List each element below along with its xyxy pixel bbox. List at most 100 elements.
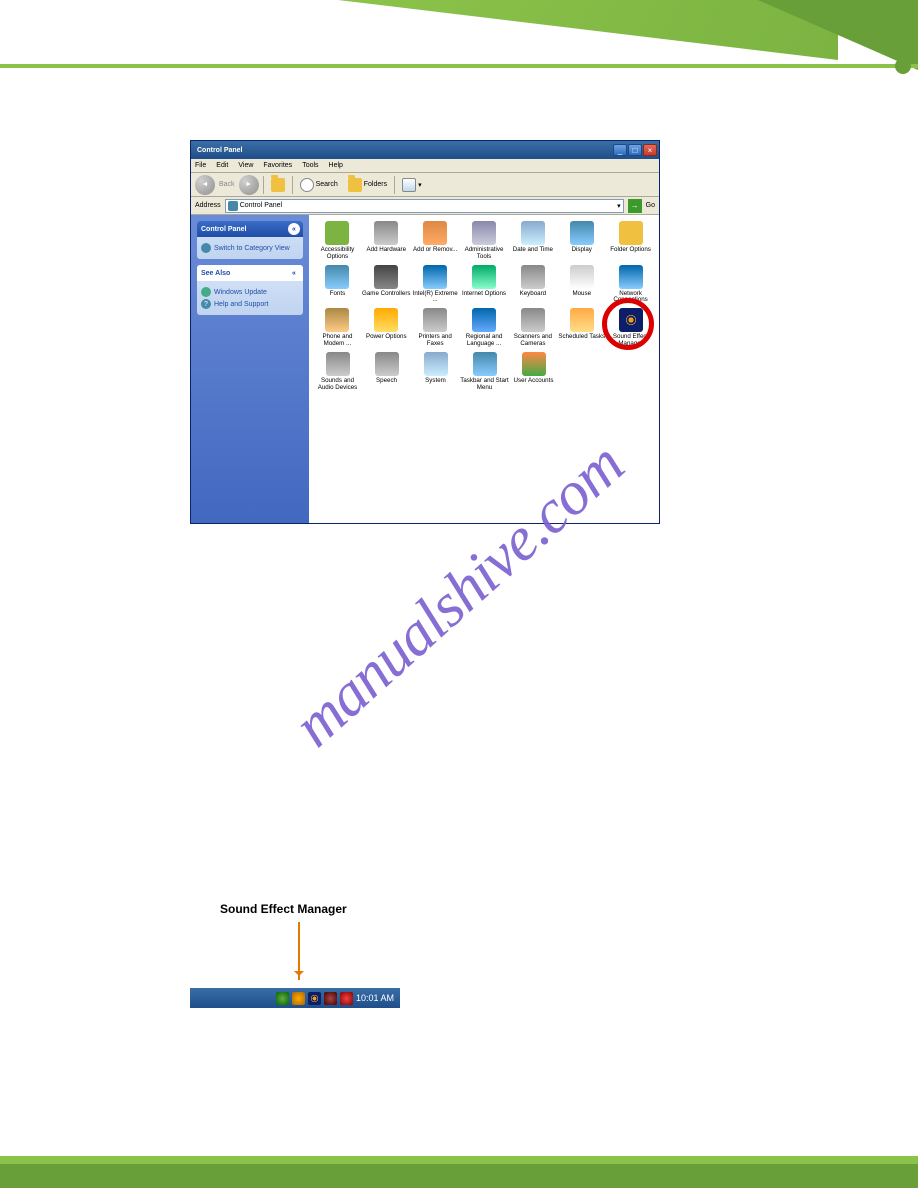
i-sndfx-icon [619,308,643,332]
cp-item-label: Folder Options [606,247,655,254]
address-field[interactable]: Control Panel ▾ [225,199,624,213]
back-button[interactable]: ◄ [195,175,215,195]
cp-item-label: Scanners and Cameras [508,334,557,348]
cp-item[interactable]: Keyboard [508,265,557,305]
footer-band-dark [0,1164,918,1188]
i-addrem-icon [423,221,447,245]
windows-update-link[interactable]: Windows Update [201,287,299,297]
menu-favorites[interactable]: Favorites [263,162,292,169]
help-support-link[interactable]: ? Help and Support [201,299,299,309]
cp-item[interactable]: Network Connections [606,265,655,305]
cp-item[interactable]: System [411,352,460,392]
cp-item-label: Printers and Faxes [411,334,460,348]
cp-item-label: Administrative Tools [460,247,509,261]
cp-item[interactable]: Date and Time [508,221,557,261]
i-phone-icon [325,308,349,332]
tray-icon[interactable] [276,992,289,1005]
cp-item[interactable]: Taskbar and Start Menu [460,352,509,392]
cp-item[interactable]: Intel(R) Extreme ... [411,265,460,305]
cp-item[interactable]: Printers and Faxes [411,308,460,348]
window-title: Control Panel [197,147,613,154]
cp-item[interactable]: Game Controllers [362,265,411,305]
cp-item-label: Intel(R) Extreme ... [411,291,460,305]
close-button[interactable]: × [643,144,657,156]
cp-item[interactable]: Add or Remov... [411,221,460,261]
cp-item-label: Speech [362,378,411,385]
i-snddev-icon [326,352,350,376]
menu-file[interactable]: File [195,162,206,169]
go-button[interactable]: → [628,199,642,213]
i-users-icon [522,352,546,376]
icon-row: Accessibility OptionsAdd HardwareAdd or … [313,221,655,265]
up-button[interactable] [268,176,288,194]
cp-item-label: Fonts [313,291,362,298]
cp-item[interactable]: Folder Options [606,221,655,261]
window-buttons: _ □ × [613,144,657,156]
collapse-icon: « [288,223,300,235]
cp-item[interactable]: Display [557,221,606,261]
callout-arrow-icon [298,922,300,980]
cp-item[interactable]: Power Options [362,308,411,348]
cp-item[interactable]: Scheduled Tasks [557,308,606,348]
cp-item-label: Game Controllers [362,291,411,298]
cp-item[interactable]: Administrative Tools [460,221,509,261]
i-access-icon [325,221,349,245]
cp-item[interactable]: Add Hardware [362,221,411,261]
panel-header-cp[interactable]: Control Panel « [197,221,303,237]
tray-icon[interactable] [324,992,337,1005]
cp-item[interactable]: Accessibility Options [313,221,362,261]
panel-body: Switch to Category View [197,237,303,259]
search-button[interactable]: Search [297,176,341,194]
cp-item-label: Add or Remov... [411,247,460,254]
menu-help[interactable]: Help [329,162,343,169]
cp-item[interactable]: Regional and Language ... [460,308,509,348]
address-label: Address [195,202,221,209]
cp-item-label: Phone and Modem ... [313,334,362,348]
i-hw-icon [374,221,398,245]
icon-grid: Accessibility OptionsAdd HardwareAdd or … [309,215,659,523]
cp-item-label: Power Options [362,334,411,341]
page-footer [0,1150,918,1188]
header-endcap-icon [895,58,911,74]
page-header [0,0,918,70]
dropdown-icon[interactable]: ▾ [617,202,621,210]
i-task-icon [473,352,497,376]
toolbar-sep [394,176,395,194]
toolbar: ◄ Back ► Search Folders ▾ [191,173,659,197]
i-admin-icon [472,221,496,245]
cp-item[interactable]: User Accounts [509,352,558,392]
sidebar-panel-seealso: See Also « Windows Update ? Help and Sup… [197,265,303,315]
cp-item[interactable]: Scanners and Cameras [508,308,557,348]
icon-row: Phone and Modem ...Power OptionsPrinters… [313,308,655,352]
cp-item[interactable]: Phone and Modem ... [313,308,362,348]
cp-item-label: Taskbar and Start Menu [460,378,509,392]
cp-item-label: Display [557,247,606,254]
menu-view[interactable]: View [238,162,253,169]
panel-header-seealso[interactable]: See Also « [197,265,303,281]
maximize-button[interactable]: □ [628,144,642,156]
menu-tools[interactable]: Tools [302,162,318,169]
cp-item[interactable]: Speech [362,352,411,392]
cp-item[interactable]: Fonts [313,265,362,305]
i-mouse-icon [570,265,594,289]
switch-category-link[interactable]: Switch to Category View [201,243,299,253]
tray-sound-effect-icon[interactable] [308,992,321,1005]
forward-button[interactable]: ► [239,175,259,195]
minimize-button[interactable]: _ [613,144,627,156]
cp-item-label: Regional and Language ... [460,334,509,348]
views-button[interactable]: ▾ [399,176,425,194]
cp-item[interactable]: Sound Effect Manager [606,308,655,348]
window-titlebar[interactable]: Control Panel _ □ × [191,141,659,159]
tray-clock[interactable]: 10:01 AM [356,993,394,1003]
cp-item[interactable]: Internet Options [460,265,509,305]
tray-icon[interactable] [340,992,353,1005]
cp-item[interactable]: Mouse [557,265,606,305]
cp-item[interactable]: Sounds and Audio Devices [313,352,362,392]
menu-edit[interactable]: Edit [216,162,228,169]
folders-button[interactable]: Folders [345,176,390,194]
folder-up-icon [271,178,285,192]
cp-item-label: Mouse [557,291,606,298]
tray-icon[interactable] [292,992,305,1005]
i-date-icon [521,221,545,245]
header-green-band [338,0,838,60]
